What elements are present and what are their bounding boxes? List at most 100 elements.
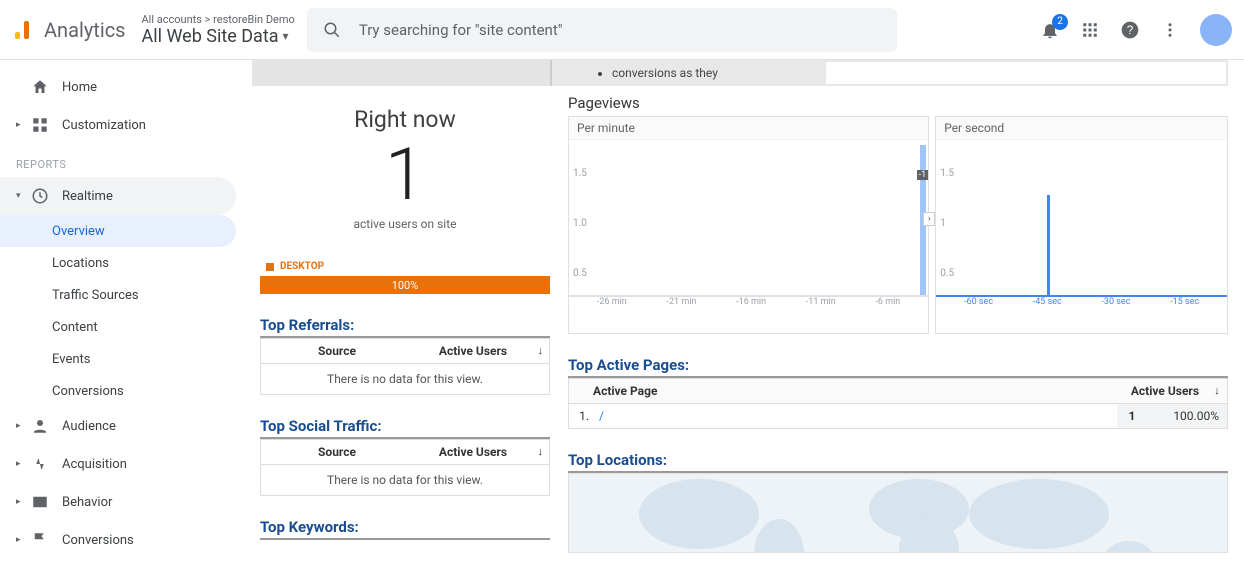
row-percent: 100.00% bbox=[1147, 404, 1227, 428]
y-tick: 1.0 bbox=[573, 218, 587, 229]
nav-home[interactable]: Home bbox=[0, 68, 252, 106]
x-axis-seconds: -60 sec -45 sec -30 sec -15 sec bbox=[936, 296, 1227, 310]
locations-map[interactable] bbox=[568, 473, 1228, 553]
view-name: All Web Site Data bbox=[142, 26, 279, 47]
minute-flag: -1 bbox=[917, 170, 929, 180]
nav-label: Behavior bbox=[62, 495, 112, 510]
nav-label: Realtime bbox=[62, 189, 113, 204]
customization-icon bbox=[30, 115, 50, 135]
chart-expand-icon[interactable]: › bbox=[923, 212, 935, 226]
behavior-icon bbox=[30, 492, 50, 512]
clock-icon bbox=[30, 186, 50, 206]
active-users-count: 1 bbox=[260, 139, 550, 211]
per-minute-chart: Per minute 1.5 1.0 0.5 -26 min -21 min -… bbox=[568, 116, 929, 334]
second-bar bbox=[1047, 195, 1050, 295]
col-active-page[interactable]: Active Page bbox=[569, 379, 1097, 403]
y-tick: 0.5 bbox=[573, 268, 587, 279]
nav-label: Customization bbox=[62, 118, 146, 133]
row-page[interactable]: / bbox=[593, 404, 1117, 428]
nav-realtime[interactable]: ▾ Realtime bbox=[0, 177, 236, 215]
pageviews-charts: Per minute 1.5 1.0 0.5 -26 min -21 min -… bbox=[568, 116, 1228, 334]
caret-down-icon: ▾ bbox=[283, 29, 289, 43]
desktop-bar: 100% bbox=[260, 276, 550, 294]
top-referrals-title: Top Referrals: bbox=[260, 316, 550, 338]
more-menu-icon[interactable] bbox=[1160, 20, 1180, 40]
subnav-traffic-sources[interactable]: Traffic Sources bbox=[52, 279, 252, 311]
search-icon bbox=[323, 21, 341, 39]
col-source[interactable]: Source bbox=[269, 344, 405, 358]
nav-label: Conversions bbox=[62, 533, 134, 548]
account-selector[interactable]: All accounts > restoreBin Demo All Web S… bbox=[142, 13, 295, 47]
person-icon bbox=[30, 416, 50, 436]
top-social-table: Source Active Users ↓ There is no data f… bbox=[260, 439, 550, 496]
pageviews-title: Pageviews bbox=[568, 94, 1228, 112]
top-locations-title: Top Locations: bbox=[568, 451, 1228, 473]
empty-message: There is no data for this view. bbox=[261, 465, 549, 495]
sort-down-icon[interactable]: ↓ bbox=[538, 445, 544, 458]
search-placeholder: Try searching for "site content" bbox=[359, 21, 563, 39]
top-active-pages-title: Top Active Pages: bbox=[568, 356, 1228, 378]
nav-customization[interactable]: ▸ Customization bbox=[0, 106, 252, 144]
header-actions: 2 ? bbox=[1040, 14, 1232, 46]
col-active-users[interactable]: Active Users bbox=[1097, 379, 1207, 403]
svg-text:?: ? bbox=[1127, 24, 1134, 37]
notification-badge: 2 bbox=[1052, 14, 1068, 30]
apps-grid-icon[interactable] bbox=[1080, 20, 1100, 40]
product-name: Analytics bbox=[44, 18, 126, 42]
device-breakdown: DESKTOP 100% bbox=[260, 261, 550, 294]
y-tick: 1 bbox=[940, 218, 946, 229]
content-stub-bar: conversions as they bbox=[252, 60, 1228, 86]
col-source[interactable]: Source bbox=[269, 445, 405, 459]
subnav-conversions[interactable]: Conversions bbox=[52, 375, 252, 407]
active-users-subtitle: active users on site bbox=[260, 217, 550, 231]
realtime-subnav: Overview Locations Traffic Sources Conte… bbox=[0, 215, 252, 407]
table-row[interactable]: 1. / 1 100.00% bbox=[569, 404, 1227, 428]
top-social-title: Top Social Traffic: bbox=[260, 417, 550, 439]
sort-down-icon[interactable]: ↓ bbox=[1207, 379, 1227, 403]
flag-icon bbox=[30, 530, 50, 550]
nav-label: Audience bbox=[62, 419, 116, 434]
notifications-button[interactable]: 2 bbox=[1040, 20, 1060, 40]
nav-acquisition[interactable]: ▸ Acquisition bbox=[0, 445, 252, 483]
nav-behavior[interactable]: ▸ Behavior bbox=[0, 483, 252, 521]
search-bar[interactable]: Try searching for "site content" bbox=[307, 8, 897, 52]
empty-message: There is no data for this view. bbox=[261, 364, 549, 394]
subnav-locations[interactable]: Locations bbox=[52, 247, 252, 279]
right-now-title: Right now bbox=[260, 106, 550, 133]
subnav-events[interactable]: Events bbox=[52, 343, 252, 375]
col-active-users[interactable]: Active Users bbox=[405, 445, 541, 459]
row-count: 1 bbox=[1117, 404, 1147, 428]
sidebar-nav: Home ▸ Customization REPORTS ▾ Realtime … bbox=[0, 60, 252, 573]
row-index: 1. bbox=[569, 404, 593, 428]
y-tick: 1.5 bbox=[573, 168, 587, 179]
user-avatar[interactable] bbox=[1200, 14, 1232, 46]
per-second-chart: Per second 1.5 1 0.5 -60 sec -45 sec -30… bbox=[935, 116, 1228, 334]
col-active-users[interactable]: Active Users bbox=[405, 344, 541, 358]
y-tick: 1.5 bbox=[940, 168, 954, 179]
right-now-panel: Right now 1 active users on site bbox=[260, 94, 550, 231]
x-axis-minutes: -26 min -21 min -16 min -11 min -6 min bbox=[569, 296, 928, 310]
y-tick: 0.5 bbox=[940, 268, 954, 279]
nav-label: Home bbox=[62, 80, 97, 95]
sort-down-icon[interactable]: ↓ bbox=[538, 344, 544, 357]
stub-note: conversions as they bbox=[612, 66, 718, 80]
top-active-pages-table: Active Page Active Users ↓ 1. / 1 100.00… bbox=[568, 378, 1228, 429]
analytics-logo-icon bbox=[12, 18, 36, 42]
nav-audience[interactable]: ▸ Audience bbox=[0, 407, 252, 445]
nav-conversions[interactable]: ▸ Conversions bbox=[0, 521, 252, 559]
logo-block[interactable]: Analytics bbox=[12, 18, 126, 42]
subnav-overview[interactable]: Overview bbox=[0, 215, 236, 247]
subnav-content[interactable]: Content bbox=[52, 311, 252, 343]
device-label: DESKTOP bbox=[280, 261, 324, 272]
app-header: Analytics All accounts > restoreBin Demo… bbox=[0, 0, 1244, 60]
main-content: conversions as they Right now 1 active u… bbox=[252, 60, 1244, 573]
home-icon bbox=[30, 77, 50, 97]
nav-label: Acquisition bbox=[62, 457, 127, 472]
top-keywords-title: Top Keywords: bbox=[260, 518, 550, 540]
top-referrals-table: Source Active Users ↓ There is no data f… bbox=[260, 338, 550, 395]
acquisition-icon bbox=[30, 454, 50, 474]
account-breadcrumb: All accounts > restoreBin Demo bbox=[142, 13, 295, 26]
help-icon[interactable]: ? bbox=[1120, 20, 1140, 40]
per-second-label: Per second bbox=[936, 117, 1227, 140]
per-minute-label: Per minute bbox=[569, 117, 928, 140]
